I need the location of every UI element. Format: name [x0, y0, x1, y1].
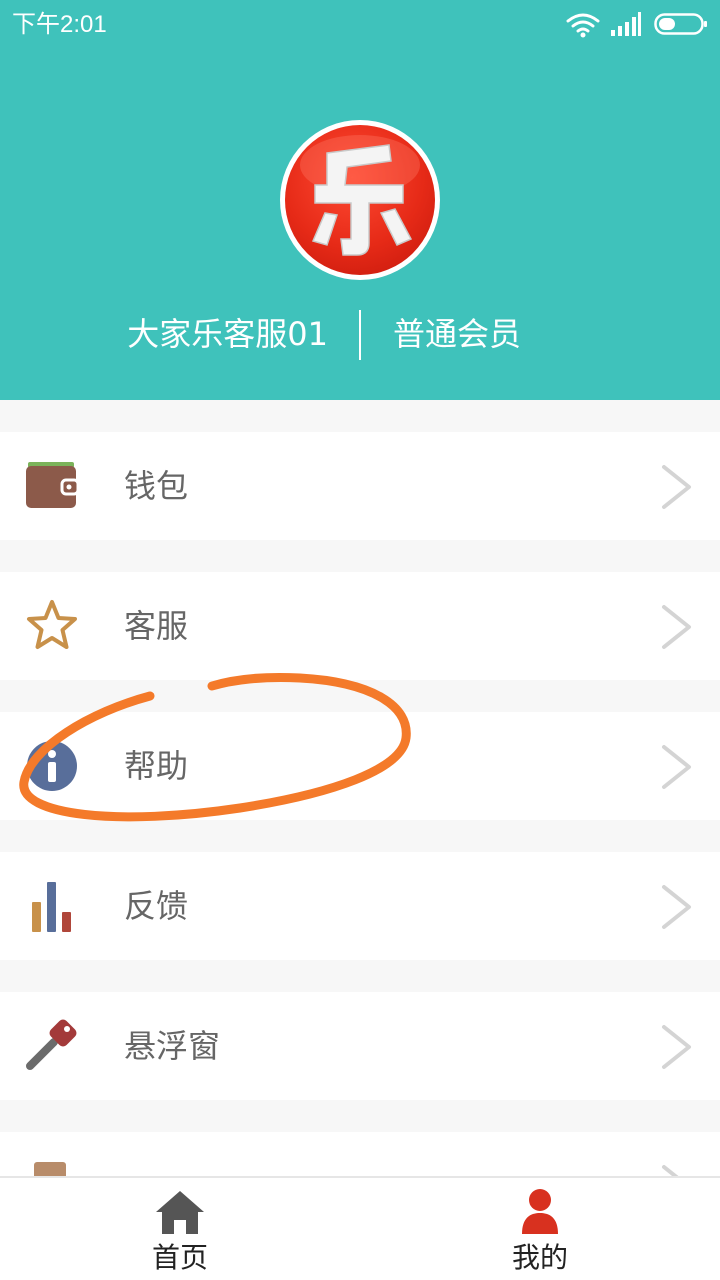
membership-level: 普通会员	[393, 315, 522, 353]
tab-label: 我的	[511, 1241, 568, 1274]
signal-icon	[611, 12, 641, 36]
document-icon	[34, 1162, 66, 1176]
chevron-right-icon	[662, 605, 691, 649]
wifi-icon	[566, 13, 600, 38]
menu-item-feedback[interactable]: 反馈	[0, 852, 720, 960]
info-icon	[27, 741, 77, 791]
user-name: 大家乐客服01	[127, 315, 328, 353]
bar-chart-icon	[32, 882, 71, 932]
user-info-row: 大家乐客服01 普通会员	[0, 306, 720, 362]
menu-item-label: 帮助	[124, 747, 189, 785]
menu-item-label: 悬浮窗	[124, 1027, 221, 1065]
status-time: 下午2:01	[12, 11, 107, 38]
chevron-right-icon	[662, 465, 691, 509]
menu-item-floating-window[interactable]: 悬浮窗	[0, 992, 720, 1100]
chevron-right-icon	[662, 885, 691, 929]
person-icon	[522, 1189, 558, 1234]
menu-item-customer-service[interactable]: 客服	[0, 572, 720, 680]
tab-home[interactable]: 首页	[0, 1178, 360, 1280]
wallet-icon	[26, 462, 80, 508]
le-logo-avatar	[285, 125, 435, 275]
avatar[interactable]	[280, 120, 440, 280]
star-icon	[27, 600, 77, 649]
menu-item-help[interactable]: 帮助	[0, 712, 720, 820]
profile-header: 下午2:01 大家乐客服01 普通会员	[0, 0, 720, 400]
key-icon	[26, 1019, 77, 1070]
status-bar: 下午2:01	[0, 0, 720, 50]
chevron-right-icon	[662, 745, 691, 789]
menu-item-label: 反馈	[124, 887, 189, 925]
battery-icon	[654, 13, 707, 35]
menu-item-label: 客服	[124, 607, 189, 645]
user-info-divider	[359, 310, 361, 360]
home-icon	[156, 1191, 204, 1234]
menu-item-label: 钱包	[124, 467, 189, 505]
bottom-tab-bar: 首页 我的	[0, 1176, 720, 1280]
tab-label: 首页	[151, 1241, 208, 1274]
menu-item-wallet[interactable]: 钱包	[0, 432, 720, 540]
tab-mine[interactable]: 我的	[360, 1178, 720, 1280]
chevron-right-icon	[662, 1165, 679, 1176]
menu-item-partial[interactable]	[0, 1132, 720, 1176]
menu-list: 钱包 客服 帮助 反馈 悬浮窗	[0, 400, 720, 1176]
chevron-right-icon	[662, 1025, 691, 1069]
